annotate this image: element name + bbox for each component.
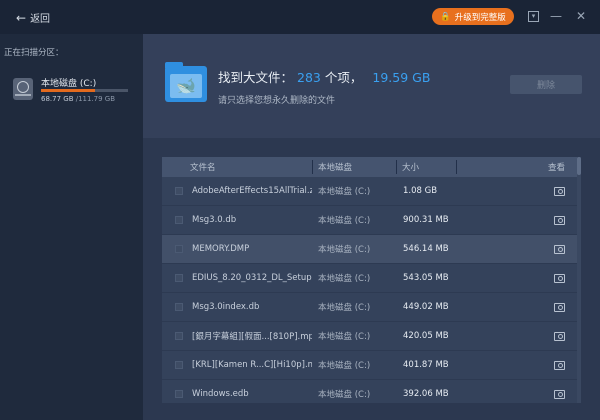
table-row[interactable]: Windows.edb 本地磁盘 (C:) 392.06 MB: [162, 380, 579, 403]
lock-icon: 🔒: [440, 11, 451, 22]
column-divider[interactable]: [396, 160, 397, 174]
file-size: 543.05 MB: [403, 273, 449, 283]
hard-disk-icon: [13, 78, 33, 100]
back-label: 返回: [30, 14, 51, 25]
file-disk: 本地磁盘 (C:): [318, 390, 371, 400]
file-size: 392.06 MB: [403, 389, 449, 399]
scrollbar[interactable]: [577, 157, 581, 403]
column-divider[interactable]: [312, 160, 313, 174]
file-name: Msg3.0.db: [192, 215, 237, 225]
row-checkbox[interactable]: [175, 361, 183, 369]
table-row[interactable]: Msg3.0index.db 本地磁盘 (C:) 449.02 MB: [162, 293, 579, 322]
file-size: 1.08 GB: [403, 186, 438, 196]
open-folder-icon[interactable]: [554, 215, 565, 225]
disk-total: /111.79 GB: [75, 95, 116, 103]
table-row[interactable]: MEMORY.DMP 本地磁盘 (C:) 546.14 MB: [162, 235, 579, 264]
file-disk: 本地磁盘 (C:): [318, 332, 371, 342]
file-table: 文件名 本地磁盘 大小 查看 AdobeAfterEffects15AllTri…: [162, 157, 579, 403]
file-size: 420.05 MB: [403, 331, 449, 341]
file-disk: 本地磁盘 (C:): [318, 245, 371, 255]
file-size: 900.31 MB: [403, 215, 449, 225]
found-summary: 找到大文件： 283 个项， 19.59 GB: [218, 67, 434, 86]
found-prefix: 找到大文件：: [218, 70, 294, 85]
file-name: Msg3.0index.db: [192, 302, 260, 312]
row-checkbox[interactable]: [175, 390, 183, 398]
file-disk: 本地磁盘 (C:): [318, 187, 371, 197]
table-header: 文件名 本地磁盘 大小 查看: [162, 157, 579, 177]
file-disk: 本地磁盘 (C:): [318, 361, 371, 371]
file-name: [KRL][Kamen R...C][Hi10p].mp4: [192, 360, 312, 370]
file-disk: 本地磁盘 (C:): [318, 274, 371, 284]
folder-icon: 🐋: [165, 62, 207, 102]
open-folder-icon[interactable]: [554, 360, 565, 370]
file-name: [銀月字幕組][假面...[810P].mp4: [192, 332, 312, 342]
column-disk[interactable]: 本地磁盘: [318, 161, 352, 173]
title-bar: ← 返回 🔒 升级到完整版 ▾ — ✕: [0, 0, 600, 34]
open-folder-icon[interactable]: [554, 244, 565, 254]
open-folder-icon[interactable]: [554, 186, 565, 196]
open-folder-icon[interactable]: [554, 273, 565, 283]
upgrade-label: 升级到完整版: [454, 12, 506, 23]
back-button[interactable]: ← 返回: [16, 10, 51, 26]
file-disk: 本地磁盘 (C:): [318, 303, 371, 313]
row-checkbox[interactable]: [175, 274, 183, 282]
file-size: 449.02 MB: [403, 302, 449, 312]
disk-usage-fill: [41, 89, 95, 92]
column-size[interactable]: 大小: [402, 161, 419, 173]
open-folder-icon[interactable]: [554, 302, 565, 312]
row-checkbox[interactable]: [175, 216, 183, 224]
table-row[interactable]: EDIUS_8.20_0312_DL_Setup.exe 本地磁盘 (C:) 5…: [162, 264, 579, 293]
table-row[interactable]: AdobeAfterEffects15AllTrial.zip 本地磁盘 (C:…: [162, 177, 579, 206]
column-view: 查看: [548, 163, 566, 173]
found-count: 283: [297, 70, 321, 85]
file-name: Windows.edb: [192, 389, 249, 399]
table-row[interactable]: [銀月字幕組][假面...[810P].mp4 本地磁盘 (C:) 420.05…: [162, 322, 579, 351]
hint-text: 请只选择您想永久删除的文件: [218, 96, 336, 106]
column-divider[interactable]: [456, 160, 457, 174]
found-total-size: 19.59 GB: [372, 70, 431, 85]
row-checkbox[interactable]: [175, 303, 183, 311]
menu-icon[interactable]: ▾: [528, 11, 539, 22]
file-size: 401.87 MB: [403, 360, 449, 370]
disk-name[interactable]: 本地磁盘 (C:): [41, 76, 96, 89]
open-folder-icon[interactable]: [554, 331, 565, 341]
column-filename[interactable]: 文件名: [190, 161, 216, 173]
file-name: AdobeAfterEffects15AllTrial.zip: [192, 186, 312, 196]
disk-used: 68.77 GB: [41, 95, 74, 103]
close-icon[interactable]: ✕: [576, 9, 586, 23]
minimize-icon[interactable]: —: [550, 9, 562, 23]
disk-usage-bar: [41, 89, 128, 92]
scan-label: 正在扫描分区：: [4, 48, 64, 58]
count-suffix: 个项，: [324, 70, 363, 85]
file-name: MEMORY.DMP: [192, 244, 250, 254]
table-row[interactable]: [KRL][Kamen R...C][Hi10p].mp4 本地磁盘 (C:) …: [162, 351, 579, 380]
disk-size: 68.77 GB /111.79 GB: [41, 95, 115, 103]
scrollbar-thumb[interactable]: [577, 157, 581, 175]
row-checkbox[interactable]: [175, 187, 183, 195]
upgrade-button[interactable]: 🔒 升级到完整版: [432, 8, 514, 25]
row-checkbox[interactable]: [175, 245, 183, 253]
table-row[interactable]: Msg3.0.db 本地磁盘 (C:) 900.31 MB: [162, 206, 579, 235]
row-checkbox[interactable]: [175, 332, 183, 340]
file-size: 546.14 MB: [403, 244, 449, 254]
file-disk: 本地磁盘 (C:): [318, 216, 371, 226]
open-folder-icon[interactable]: [554, 389, 565, 399]
arrow-left-icon: ←: [16, 10, 27, 25]
delete-button[interactable]: 删除: [510, 75, 582, 94]
file-name: EDIUS_8.20_0312_DL_Setup.exe: [192, 273, 312, 283]
